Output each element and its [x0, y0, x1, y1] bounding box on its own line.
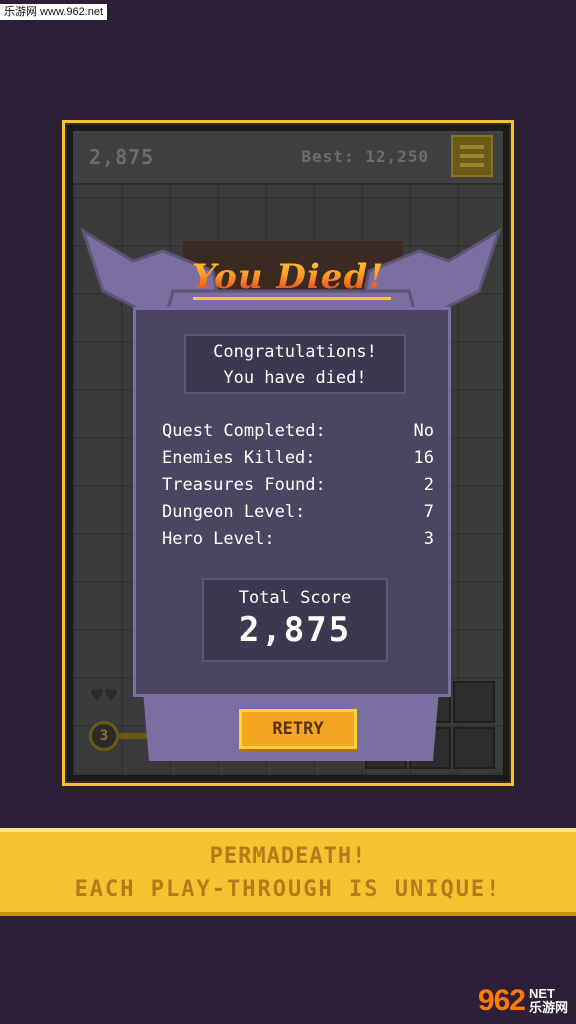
- stat-row: Dungeon Level: 7: [162, 499, 434, 526]
- stat-label: Hero Level:: [162, 529, 275, 549]
- congrats-line-1: Congratulations!: [213, 342, 377, 362]
- banner-line-1: PERMADEATH!: [209, 844, 367, 869]
- stat-value: 2: [423, 475, 434, 495]
- best-score: Best: 12,250: [301, 147, 429, 166]
- promo-banner: PERMADEATH! EACH PLAY-THROUGH IS UNIQUE!: [0, 828, 576, 916]
- game-viewport: 2,875 Best: 12,250 ♥♥ 3 You Died! Congra…: [73, 131, 503, 775]
- congrats-line-2: You have died!: [223, 368, 367, 388]
- stat-row: Quest Completed: No: [162, 418, 434, 445]
- stats-list: Quest Completed: No Enemies Killed: 16 T…: [162, 418, 434, 553]
- watermark-sub: 乐游网: [528, 1000, 568, 1015]
- congrats-box: Congratulations! You have died!: [184, 334, 406, 394]
- total-score-value: 2,875: [238, 610, 352, 650]
- watermark-text-group: NET 乐游网: [529, 987, 568, 1015]
- death-summary-card: Congratulations! You have died! Quest Co…: [133, 307, 451, 697]
- stat-value: 7: [423, 502, 434, 522]
- banner-line-2: EACH PLAY-THROUGH IS UNIQUE!: [74, 877, 502, 902]
- retry-button[interactable]: RETRY: [239, 709, 357, 749]
- stat-value: 16: [413, 448, 434, 468]
- stat-row: Enemies Killed: 16: [162, 445, 434, 472]
- top-watermark: 乐游网 www.962.net: [0, 4, 108, 20]
- total-score-box: Total Score 2,875: [202, 578, 388, 662]
- total-score-label: Total Score: [238, 588, 352, 608]
- stat-label: Dungeon Level:: [162, 502, 306, 522]
- stat-row: Treasures Found: 2: [162, 472, 434, 499]
- game-frame: 2,875 Best: 12,250 ♥♥ 3 You Died! Congra…: [62, 120, 514, 786]
- stat-value: 3: [423, 529, 434, 549]
- stat-label: Quest Completed:: [162, 421, 326, 441]
- stat-label: Enemies Killed:: [162, 448, 316, 468]
- menu-icon-bar: [460, 145, 484, 149]
- stat-value: No: [413, 421, 434, 441]
- current-score: 2,875: [89, 145, 155, 169]
- you-died-title: You Died!: [73, 257, 503, 297]
- title-underline: [193, 297, 391, 300]
- stat-row: Hero Level: 3: [162, 526, 434, 553]
- watermark-logo: 962: [477, 984, 526, 1017]
- menu-icon-bar: [460, 154, 484, 158]
- bottom-watermark: 962 NET 乐游网: [478, 984, 568, 1018]
- watermark-net: NET: [528, 986, 555, 1001]
- menu-icon-bar: [460, 163, 484, 167]
- stat-label: Treasures Found:: [162, 475, 326, 495]
